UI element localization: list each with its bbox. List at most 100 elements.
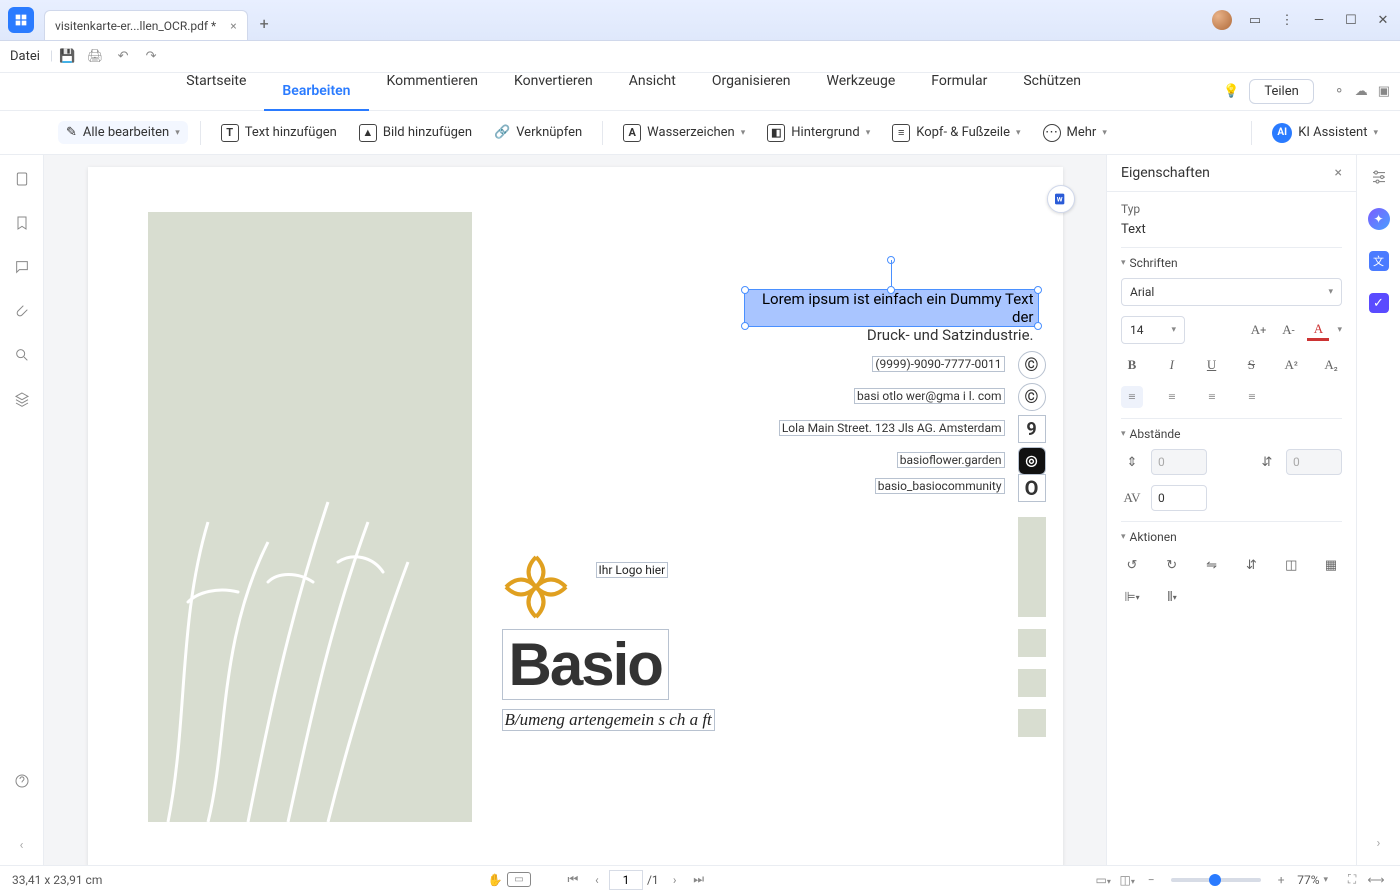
minimize-icon[interactable]: — xyxy=(1310,13,1328,28)
file-menu[interactable]: Datei xyxy=(10,49,40,64)
edit-all-tool[interactable]: ✎ Alle bearbeiten ▾ xyxy=(58,121,188,144)
bookmarks-icon[interactable] xyxy=(12,213,32,233)
flip-v-icon[interactable]: ⇵ xyxy=(1240,554,1262,576)
panel-toggle-icon[interactable]: ▭ xyxy=(1246,13,1264,28)
subtitle[interactable]: B/umeng artengemein s ch a ft xyxy=(502,709,715,731)
font-size-dropdown[interactable]: 14▾ xyxy=(1121,316,1185,344)
help-icon[interactable] xyxy=(12,771,32,791)
redo-icon[interactable]: ↷ xyxy=(137,49,165,64)
align-left-icon[interactable]: ≡ xyxy=(1121,386,1143,408)
crop-icon[interactable]: ◫ xyxy=(1280,554,1302,576)
align-justify-icon[interactable]: ≡ xyxy=(1241,386,1263,408)
address-text[interactable]: Lola Main Street. 123 Jls AG. Amsterdam xyxy=(779,420,1005,436)
layers-icon[interactable] xyxy=(12,389,32,409)
align-objects-icon[interactable]: ⊫▾ xyxy=(1121,586,1143,608)
menu-comment[interactable]: Kommentieren xyxy=(369,73,496,111)
rotate-right-icon[interactable]: ↻ xyxy=(1161,554,1183,576)
menu-edit[interactable]: Bearbeiten xyxy=(264,73,368,111)
rotate-left-icon[interactable]: ↺ xyxy=(1121,554,1143,576)
distribute-icon[interactable]: ⫴▾ xyxy=(1161,586,1183,608)
add-image-tool[interactable]: ▲ Bild hinzufügen xyxy=(351,120,480,146)
menu-organize[interactable]: Organisieren xyxy=(694,73,809,111)
menu-view[interactable]: Ansicht xyxy=(611,73,694,111)
bold-icon[interactable]: B xyxy=(1121,354,1143,376)
last-page-icon[interactable]: ⏭ xyxy=(687,872,711,887)
replace-icon[interactable]: ▦ xyxy=(1320,554,1342,576)
hand-tool-icon[interactable]: ✋ xyxy=(483,873,507,887)
font-family-dropdown[interactable]: Arial▾ xyxy=(1121,278,1342,306)
strikethrough-icon[interactable]: S xyxy=(1240,354,1262,376)
add-text-tool[interactable]: T Text hinzufügen xyxy=(213,120,345,146)
share-button[interactable]: Teilen xyxy=(1249,79,1313,104)
para-spacing-input[interactable]: 0 xyxy=(1286,449,1342,475)
search-icon[interactable] xyxy=(12,345,32,365)
print-icon[interactable]: 🖨 xyxy=(81,49,109,64)
new-tab-button[interactable]: + xyxy=(260,14,269,33)
superscript-icon[interactable]: A² xyxy=(1280,354,1302,376)
more-tool[interactable]: ⋯ Mehr▾ xyxy=(1035,120,1115,146)
logo-label[interactable]: Ihr Logo hier xyxy=(596,562,669,578)
link-tool[interactable]: 🔗 Verknüpfen xyxy=(486,121,590,144)
header-footer-tool[interactable]: ≡ Kopf- & Fußzeile▾ xyxy=(884,120,1028,146)
document-tab[interactable]: visitenkarte-er...llen_OCR.pdf * × xyxy=(44,10,248,40)
decrease-font-icon[interactable]: A- xyxy=(1277,319,1299,341)
zoom-slider[interactable] xyxy=(1171,878,1261,882)
close-tab-icon[interactable]: × xyxy=(230,19,236,33)
export-icon[interactable]: ▣ xyxy=(1378,84,1390,99)
lightbulb-icon[interactable]: 💡 xyxy=(1223,84,1239,99)
fit-width-icon[interactable]: ▭▾ xyxy=(1091,873,1115,887)
actions-section[interactable]: Aktionen xyxy=(1121,530,1342,544)
align-center-icon[interactable]: ≡ xyxy=(1161,386,1183,408)
cloud-upload-icon[interactable]: ☁ xyxy=(1355,84,1368,99)
fit-page-icon[interactable]: ⟷ xyxy=(1364,873,1388,887)
fonts-section[interactable]: Schriften xyxy=(1121,256,1342,270)
line-spacing-input[interactable]: 0 xyxy=(1151,449,1207,475)
website-text[interactable]: basioflower.garden xyxy=(897,452,1005,468)
thumbnails-icon[interactable] xyxy=(12,169,32,189)
menu-tools[interactable]: Werkzeuge xyxy=(809,73,914,111)
background-tool[interactable]: ◧ Hintergrund▾ xyxy=(759,120,878,146)
align-right-icon[interactable]: ≡ xyxy=(1201,386,1223,408)
settings-sliders-icon[interactable] xyxy=(1367,165,1391,189)
watermark-tool[interactable]: A Wasserzeichen▾ xyxy=(615,120,753,146)
email-text[interactable]: basi otlo wer@gma i l. com xyxy=(854,388,1004,404)
prev-page-icon[interactable]: ‹ xyxy=(585,873,609,887)
spacing-section[interactable]: Abstände xyxy=(1121,427,1342,441)
font-color-icon[interactable]: A xyxy=(1307,319,1329,341)
undo-icon[interactable]: ↶ xyxy=(109,49,137,64)
increase-font-icon[interactable]: A+ xyxy=(1247,319,1269,341)
share-link-icon[interactable]: ⚬ xyxy=(1334,84,1345,99)
next-page-icon[interactable]: › xyxy=(663,873,687,887)
maximize-icon[interactable]: ☐ xyxy=(1342,13,1360,28)
attachments-icon[interactable] xyxy=(12,301,32,321)
read-mode-icon[interactable]: ◫▾ xyxy=(1115,873,1139,887)
fullscreen-icon[interactable]: ⛶ xyxy=(1340,872,1364,887)
underline-icon[interactable]: U xyxy=(1201,354,1223,376)
translate-icon[interactable]: 文 xyxy=(1367,249,1391,273)
zoom-in-icon[interactable]: + xyxy=(1269,873,1293,887)
user-avatar[interactable] xyxy=(1212,10,1232,30)
zoom-out-icon[interactable]: − xyxy=(1139,873,1163,887)
ai-chat-icon[interactable]: ✦ xyxy=(1367,207,1391,231)
subscript-icon[interactable]: A₂ xyxy=(1320,354,1342,376)
menu-convert[interactable]: Konvertieren xyxy=(496,73,611,111)
company-title[interactable]: Basio xyxy=(502,629,669,700)
first-page-icon[interactable]: ⏮ xyxy=(561,872,585,887)
menu-start[interactable]: Startseite xyxy=(168,73,264,111)
selected-text-box[interactable]: Lorem ipsum ist einfach ein Dummy Text d… xyxy=(744,289,1039,327)
select-tool-icon[interactable]: ▭ xyxy=(507,872,531,887)
page-input[interactable] xyxy=(609,870,643,890)
phone-text[interactable]: (9999)-9090-7777-0011 xyxy=(872,356,1004,372)
comments-icon[interactable] xyxy=(12,257,32,277)
flip-h-icon[interactable]: ⇋ xyxy=(1201,554,1223,576)
expand-right-icon[interactable]: › xyxy=(1367,831,1391,855)
collapse-left-icon[interactable]: ‹ xyxy=(12,835,32,855)
canvas[interactable]: W Lorem ipsum ist einfach ein Dummy Text… xyxy=(44,155,1106,865)
char-spacing-input[interactable]: 0 xyxy=(1151,485,1207,511)
menu-form[interactable]: Formular xyxy=(913,73,1005,111)
close-panel-icon[interactable]: × xyxy=(1335,165,1342,181)
more-icon[interactable]: ⋮ xyxy=(1278,13,1296,28)
ai-assistant-tool[interactable]: AI KI Assistent▾ xyxy=(1264,119,1386,147)
menu-protect[interactable]: Schützen xyxy=(1005,73,1099,111)
save-icon[interactable]: 💾 xyxy=(53,49,81,64)
